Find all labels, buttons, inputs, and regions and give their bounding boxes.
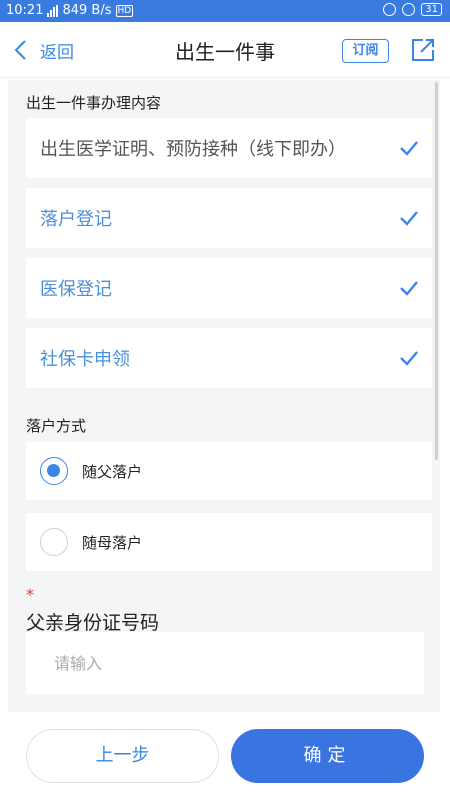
hd-badge: HD [115,4,134,17]
handling-item-medical-insurance[interactable]: 医保登记 [26,258,432,318]
alarm-icon [402,3,416,16]
radio-selected-icon[interactable] [40,457,68,485]
handling-item-label: 落户登记 [40,209,112,230]
battery-icon: 31 [421,3,442,16]
handling-item-birth-certificate[interactable]: 出生医学证明、预防接种（线下即办） [26,118,432,178]
clock: 10:21 [6,3,44,18]
check-icon [400,351,418,366]
signal-icon [47,4,59,17]
network-speed: 849 B/s [62,3,112,18]
chevron-left-icon [14,40,26,60]
radio-follow-mother[interactable]: 随母落户 [26,513,432,571]
lock-status-icon [383,3,397,16]
handling-item-label: 出生医学证明、预防接种（线下即办） [40,139,346,160]
radio-label: 随父落户 [82,462,143,481]
nav-bar: 返回 出生一件事 订阅 [0,22,450,78]
check-icon [400,211,418,226]
scrollbar[interactable] [435,82,438,460]
previous-step-button[interactable]: 上一步 [26,729,219,783]
subscribe-button[interactable]: 订阅 [342,39,389,63]
settle-section-label: 落户方式 [26,417,87,435]
handling-item-social-security-card[interactable]: 社保卡申领 [26,328,432,388]
share-icon[interactable] [409,36,437,64]
check-icon [400,141,418,156]
handling-section-label: 出生一件事办理内容 [26,94,162,112]
radio-follow-father[interactable]: 随父落户 [26,442,432,500]
father-id-label: 父亲身份证号码 [26,612,160,634]
back-button[interactable]: 返回 [12,35,74,65]
father-id-input[interactable] [26,632,424,694]
handling-item-household-registration[interactable]: 落户登记 [26,188,432,248]
radio-label: 随母落户 [82,533,143,552]
check-icon [400,281,418,296]
required-mark: * [26,585,34,604]
status-bar: 10:21 849 B/s HD 31 [0,0,450,22]
radio-unselected-icon[interactable] [40,528,68,556]
handling-item-label: 社保卡申领 [40,349,130,370]
confirm-button[interactable]: 确定 [231,729,424,783]
back-label: 返回 [40,42,74,63]
footer-bar: 上一步 确定 [0,712,450,800]
handling-item-label: 医保登记 [40,279,112,300]
